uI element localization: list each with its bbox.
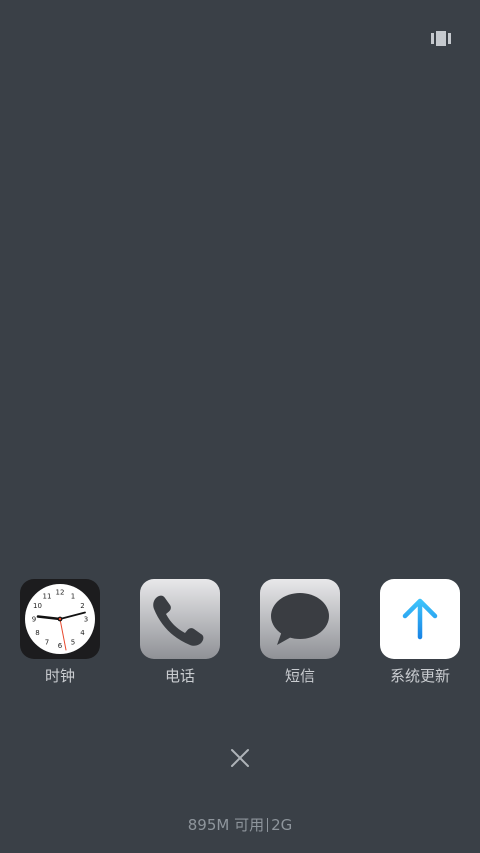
divider bbox=[267, 818, 269, 832]
clock-numeral: 4 bbox=[80, 629, 85, 637]
memory-available: 895M 可用 bbox=[187, 816, 265, 834]
clock-numeral: 6 bbox=[58, 642, 63, 650]
close-icon bbox=[231, 749, 249, 767]
recent-apps-row: 12 1 2 3 4 5 6 7 8 9 10 11 时钟 电话 短信 系统更新 bbox=[0, 579, 480, 689]
clock-numeral: 11 bbox=[43, 593, 52, 601]
app-label: 短信 bbox=[284, 667, 315, 685]
clear-all-button[interactable] bbox=[226, 744, 254, 772]
clock-numeral: 1 bbox=[71, 593, 75, 601]
app-label: 系统更新 bbox=[389, 667, 450, 685]
clock-numeral: 9 bbox=[32, 616, 36, 624]
app-label: 电话 bbox=[164, 667, 195, 685]
phone-icon bbox=[140, 579, 220, 659]
clock-numeral: 3 bbox=[84, 616, 88, 624]
messages-icon bbox=[260, 579, 340, 659]
memory-total: 2G bbox=[271, 816, 293, 834]
recent-app-clock[interactable]: 12 1 2 3 4 5 6 7 8 9 10 11 时钟 bbox=[20, 579, 100, 686]
clock-icon: 12 1 2 3 4 5 6 7 8 9 10 11 bbox=[20, 579, 100, 659]
clock-numeral: 2 bbox=[80, 602, 84, 610]
recent-app-system-update[interactable]: 系统更新 bbox=[380, 579, 460, 686]
clock-numeral: 5 bbox=[71, 639, 75, 647]
app-label: 时钟 bbox=[44, 667, 75, 685]
system-update-icon bbox=[380, 579, 460, 659]
clock-numeral: 7 bbox=[45, 639, 49, 647]
clock-numeral: 8 bbox=[35, 629, 39, 637]
recent-app-phone[interactable]: 电话 bbox=[140, 579, 220, 686]
clock-numeral: 12 bbox=[56, 589, 65, 597]
memory-status: 895M 可用 2G bbox=[0, 815, 480, 835]
recent-app-messages[interactable]: 短信 bbox=[260, 579, 340, 686]
clock-numeral: 10 bbox=[33, 602, 42, 610]
layout-toggle-icon[interactable] bbox=[431, 31, 451, 46]
